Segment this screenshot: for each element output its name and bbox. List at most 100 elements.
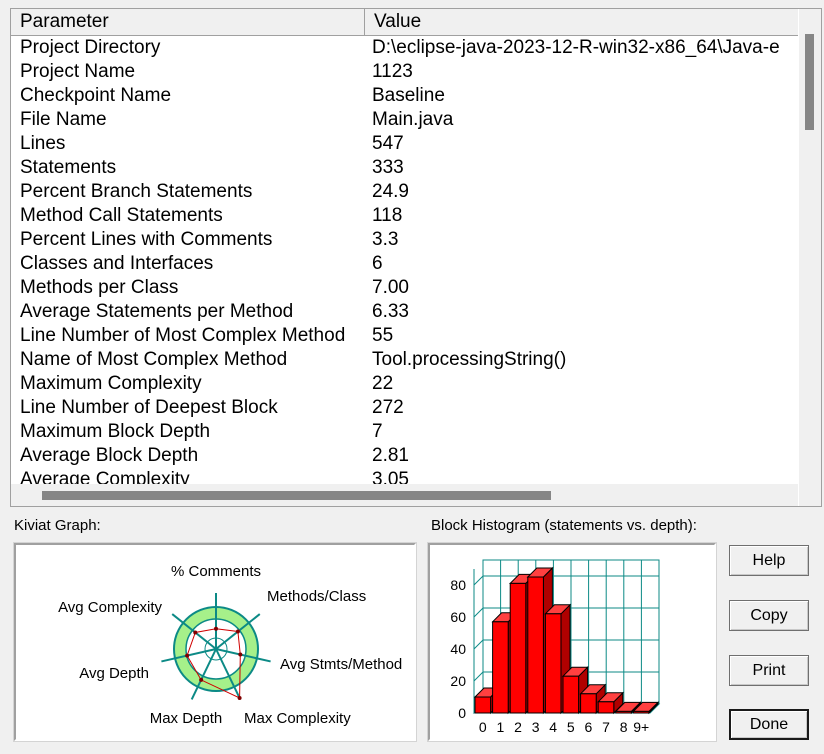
parameter-cell: Methods per Class bbox=[20, 277, 179, 298]
histogram-gridline bbox=[473, 671, 484, 682]
value-cell: 333 bbox=[372, 157, 404, 178]
horizontal-scrollbar[interactable] bbox=[11, 484, 798, 506]
column-header-value[interactable]: Value bbox=[365, 9, 798, 35]
kiviat-axis-label: Max Depth bbox=[150, 710, 223, 727]
parameter-cell: Maximum Complexity bbox=[20, 373, 202, 394]
table-row[interactable]: Method Call Statements 118 bbox=[11, 204, 798, 228]
histogram-x-tick-label: 7 bbox=[602, 719, 610, 735]
value-cell: 22 bbox=[372, 373, 394, 394]
histogram-gridline bbox=[473, 639, 484, 650]
parameter-cell: Classes and Interfaces bbox=[20, 253, 214, 274]
kiviat-axis-label: % Comments bbox=[171, 563, 261, 580]
value-cell: 6.33 bbox=[372, 301, 409, 322]
parameter-cell: Average Complexity bbox=[20, 469, 190, 484]
vertical-scrollbar[interactable] bbox=[799, 9, 821, 484]
kiviat-axis-label: Methods/Class bbox=[267, 588, 366, 605]
value-cell: 7.00 bbox=[372, 277, 409, 298]
histogram-x-tick-label: 3 bbox=[532, 719, 540, 735]
value-cell: 118 bbox=[372, 205, 403, 226]
value-cell: 6 bbox=[372, 253, 383, 274]
parameter-cell: Lines bbox=[20, 133, 66, 154]
parameter-cell: Line Number of Deepest Block bbox=[20, 397, 278, 418]
vertical-scrollbar-thumb[interactable] bbox=[805, 34, 814, 130]
table-row[interactable]: Percent Branch Statements 24.9 bbox=[11, 180, 798, 204]
table-row[interactable]: Lines 547 bbox=[11, 132, 798, 156]
kiviat-point bbox=[238, 652, 243, 657]
value-cell: 7 bbox=[372, 421, 383, 442]
histogram-x-tick-label: 0 bbox=[479, 719, 487, 735]
histogram-y-tick-label: 60 bbox=[450, 609, 466, 625]
histogram-x-tick-label: 6 bbox=[585, 719, 593, 735]
table-row[interactable]: Line Number of Most Complex Method 55 bbox=[11, 324, 798, 348]
table-row[interactable]: Average Block Depth 2.81 bbox=[11, 444, 798, 468]
value-cell: 24.9 bbox=[372, 181, 409, 202]
histogram-y-tick-label: 20 bbox=[450, 673, 466, 689]
metrics-table[interactable]: Parameter Value Project Directory D:\ecli… bbox=[10, 8, 822, 507]
table-header: Parameter Value bbox=[11, 9, 798, 36]
parameter-cell: Percent Lines with Comments bbox=[20, 229, 273, 250]
table-row[interactable]: Name of Most Complex Method Tool.processi… bbox=[11, 348, 798, 372]
parameter-cell: Project Name bbox=[20, 61, 136, 82]
value-cell: D:\eclipse-java-2023-12-R-win32-x86_64\J… bbox=[372, 37, 780, 58]
parameter-cell: Maximum Block Depth bbox=[20, 421, 211, 442]
histogram-x-tick-label: 5 bbox=[567, 719, 575, 735]
kiviat-axis-label: Avg Complexity bbox=[58, 599, 162, 616]
table-row[interactable]: Project Directory D:\eclipse-java-2023-12… bbox=[11, 36, 798, 60]
histogram-x-tick-label: 4 bbox=[549, 719, 557, 735]
histogram-gridline bbox=[473, 575, 484, 586]
table-row[interactable]: Project Name 1123 bbox=[11, 60, 798, 84]
value-cell: 3.05 bbox=[372, 469, 409, 484]
parameter-cell: Average Block Depth bbox=[20, 445, 199, 466]
kiviat-point bbox=[235, 629, 240, 634]
value-cell: Baseline bbox=[372, 85, 445, 106]
table-row[interactable]: Average Complexity 3.05 bbox=[11, 468, 798, 484]
block-histogram-chart: 0204060800 1 2 3 4 5 6 7 8 9+ bbox=[450, 559, 661, 735]
table-row[interactable]: Line Number of Deepest Block 272 bbox=[11, 396, 798, 420]
kiviat-graph: % Comments Methods/Class Avg Stmts/Method M… bbox=[58, 563, 402, 727]
histogram-y-tick-label: 80 bbox=[450, 577, 466, 593]
kiviat-point bbox=[237, 696, 242, 701]
done-button[interactable]: Done bbox=[729, 709, 809, 740]
histogram-x-tick-label: 1 bbox=[497, 719, 505, 735]
histogram-x-tick-label: 9+ bbox=[633, 719, 649, 735]
table-row[interactable]: Classes and Interfaces 6 bbox=[11, 252, 798, 276]
histogram-y-tick-label: 40 bbox=[450, 641, 466, 657]
value-cell: 1123 bbox=[372, 61, 413, 82]
copy-button[interactable]: Copy bbox=[729, 600, 809, 631]
parameter-cell: Project Directory bbox=[20, 37, 161, 58]
block-histogram-label: Block Histogram (statements vs. depth): bbox=[431, 517, 697, 534]
value-cell: 3.3 bbox=[372, 229, 399, 250]
kiviat-point bbox=[185, 653, 190, 658]
parameter-cell: File Name bbox=[20, 109, 107, 130]
value-cell: 547 bbox=[372, 133, 404, 154]
table-row[interactable]: File Name Main.java bbox=[11, 108, 798, 132]
table-row[interactable]: Checkpoint Name Baseline bbox=[11, 84, 798, 108]
table-row[interactable]: Maximum Complexity 22 bbox=[11, 372, 798, 396]
histogram-y-tick-label: 0 bbox=[458, 705, 466, 721]
parameter-cell: Percent Branch Statements bbox=[20, 181, 253, 202]
parameter-cell: Average Statements per Method bbox=[20, 301, 294, 322]
value-cell: Tool.processingString() bbox=[372, 349, 567, 370]
kiviat-point bbox=[193, 630, 198, 635]
table-row[interactable]: Maximum Block Depth 7 bbox=[11, 420, 798, 444]
table-row[interactable]: Average Statements per Method 6.33 bbox=[11, 300, 798, 324]
value-cell: 2.81 bbox=[372, 445, 409, 466]
horizontal-scrollbar-thumb[interactable] bbox=[42, 491, 551, 500]
value-cell: 55 bbox=[372, 325, 394, 346]
kiviat-axis-label: Avg Depth bbox=[79, 665, 149, 682]
kiviat-point bbox=[199, 677, 204, 682]
value-cell: 272 bbox=[372, 397, 404, 418]
table-row[interactable]: Statements 333 bbox=[11, 156, 798, 180]
histogram-gridline bbox=[473, 607, 484, 618]
parameter-cell: Line Number of Most Complex Method bbox=[20, 325, 346, 346]
table-row[interactable]: Percent Lines with Comments 3.3 bbox=[11, 228, 798, 252]
kiviat-axis-label: Avg Stmts/Method bbox=[280, 656, 402, 673]
histogram-x-tick-label: 2 bbox=[514, 719, 522, 735]
scrollbar-corner bbox=[799, 484, 821, 506]
print-button[interactable]: Print bbox=[729, 655, 809, 686]
table-body: Project Directory D:\eclipse-java-2023-12… bbox=[11, 36, 798, 484]
table-row[interactable]: Methods per Class 7.00 bbox=[11, 276, 798, 300]
kiviat-axis-label: Max Complexity bbox=[244, 710, 351, 727]
help-button[interactable]: Help bbox=[729, 545, 809, 576]
column-header-parameter[interactable]: Parameter bbox=[11, 9, 365, 35]
